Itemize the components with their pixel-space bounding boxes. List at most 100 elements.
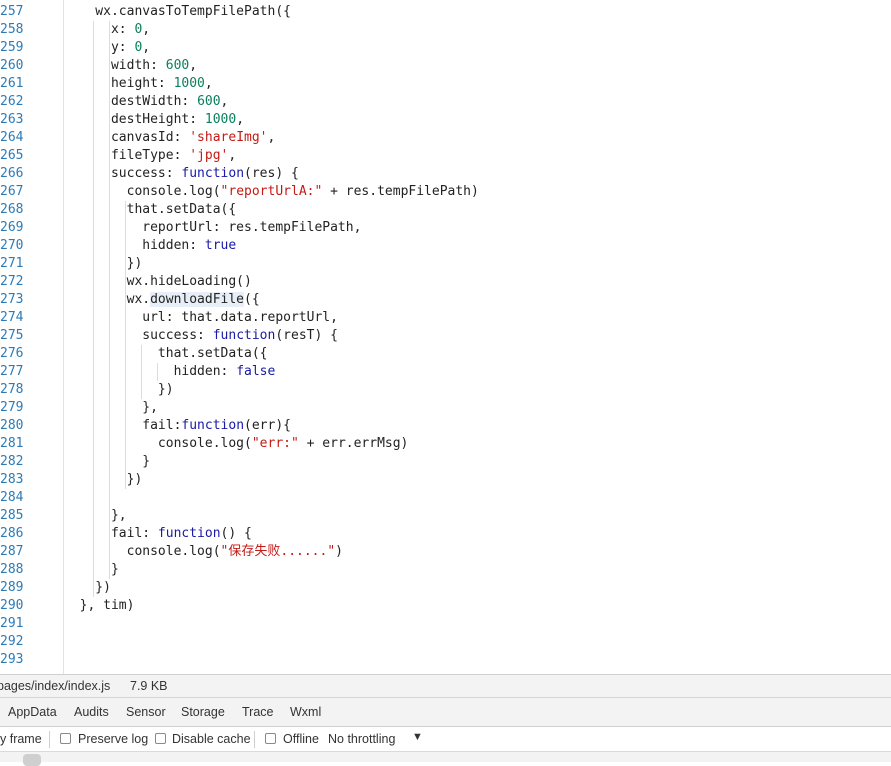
code-line: fileType: 'jpg', bbox=[64, 147, 891, 165]
line-number: 290 bbox=[0, 598, 24, 613]
code-token: wx. bbox=[64, 292, 151, 307]
line-number: 278 bbox=[0, 382, 24, 397]
code-editor[interactable]: 257 258 259 260 261 262 263 264 265 266 267 268 269 2… bbox=[0, 0, 891, 674]
code-token: "reportUrlA:" bbox=[220, 184, 323, 199]
line-number: 292 bbox=[0, 634, 24, 649]
code-line: that.setData({ bbox=[64, 201, 891, 219]
code-token: hidden: bbox=[64, 364, 237, 379]
tab-storage[interactable]: Storage bbox=[181, 705, 225, 719]
line-number: 286 bbox=[0, 526, 24, 541]
code-token: true bbox=[204, 238, 237, 253]
code-line: fail: function() { bbox=[64, 525, 891, 543]
code-token: function bbox=[157, 526, 221, 541]
line-number: 285 bbox=[0, 508, 24, 523]
code-token: , bbox=[142, 40, 151, 55]
bottom-panel-strip bbox=[0, 752, 891, 766]
line-number: 276 bbox=[0, 346, 24, 361]
code-line: wx.hideLoading() bbox=[64, 273, 891, 291]
line-number: 267 bbox=[0, 184, 24, 199]
code-token: ) bbox=[335, 544, 343, 559]
tab-sensor[interactable]: Sensor bbox=[126, 705, 166, 719]
code-token: destWidth: bbox=[64, 94, 198, 109]
code-token: 600 bbox=[197, 94, 221, 109]
line-number: 289 bbox=[0, 580, 24, 595]
line-number: 274 bbox=[0, 310, 24, 325]
code-line: hidden: false bbox=[64, 363, 891, 381]
scroll-handle[interactable] bbox=[23, 754, 41, 766]
code-line: }) bbox=[64, 255, 891, 273]
offline-checkbox[interactable] bbox=[265, 733, 276, 744]
line-number: 269 bbox=[0, 220, 24, 235]
code-line: }) bbox=[64, 381, 891, 399]
disable-cache-checkbox[interactable] bbox=[155, 733, 166, 744]
frame-option-label[interactable]: y frame bbox=[0, 732, 42, 746]
line-number: 264 bbox=[0, 130, 24, 145]
tab-wxml[interactable]: Wxml bbox=[290, 705, 321, 719]
tab-audits[interactable]: Audits bbox=[74, 705, 109, 719]
toolbar-separator bbox=[254, 731, 255, 748]
code-token: (resT) { bbox=[275, 328, 338, 343]
line-number: 293 bbox=[0, 652, 24, 667]
code-token: }, tim) bbox=[64, 598, 135, 613]
line-number: 265 bbox=[0, 148, 24, 163]
code-line: }, bbox=[64, 399, 891, 417]
line-number: 262 bbox=[0, 94, 24, 109]
code-line: console.log("保存失败......") bbox=[64, 543, 891, 561]
code-line: success: function(resT) { bbox=[64, 327, 891, 345]
code-line: console.log("err:" + err.errMsg) bbox=[64, 435, 891, 453]
code-token: fileType: bbox=[64, 148, 190, 163]
code-token: } bbox=[64, 454, 151, 469]
code-line: y: 0, bbox=[64, 39, 891, 57]
file-path[interactable]: pages/index/index.js bbox=[0, 679, 110, 693]
tab-appdata[interactable]: AppData bbox=[8, 705, 57, 719]
code-token: function bbox=[212, 328, 276, 343]
code-token: 1000 bbox=[173, 76, 205, 91]
code-token: that.setData({ bbox=[64, 202, 237, 217]
network-toolbar: y frame Preserve log Disable cache Offli… bbox=[0, 727, 891, 752]
code-token: 'shareImg' bbox=[189, 130, 268, 145]
code-line: url: that.data.reportUrl, bbox=[64, 309, 891, 327]
code-line: destWidth: 600, bbox=[64, 93, 891, 111]
code-token: , bbox=[236, 112, 245, 127]
code-token: function bbox=[181, 166, 245, 181]
code-token: + res.tempFilePath) bbox=[322, 184, 479, 199]
code-token: x: bbox=[64, 22, 135, 37]
code-line: x: 0, bbox=[64, 21, 891, 39]
code-token: console.log( bbox=[64, 184, 221, 199]
code-token: 600 bbox=[165, 58, 190, 73]
code-token: }) bbox=[64, 580, 111, 595]
code-token: , bbox=[204, 76, 213, 91]
line-number: 288 bbox=[0, 562, 24, 577]
code-line: }) bbox=[64, 471, 891, 489]
line-number: 258 bbox=[0, 22, 24, 37]
preserve-log-checkbox[interactable] bbox=[60, 733, 71, 744]
code-line: wx.downloadFile({ bbox=[64, 291, 891, 309]
code-line: height: 1000, bbox=[64, 75, 891, 93]
code-token: ({ bbox=[244, 292, 260, 307]
file-size: 7.9 KB bbox=[130, 679, 168, 693]
line-number: 283 bbox=[0, 472, 24, 487]
code-token: , bbox=[228, 148, 237, 163]
chevron-down-icon[interactable]: ▼ bbox=[412, 731, 423, 743]
code-line: success: function(res) { bbox=[64, 165, 891, 183]
offline-label[interactable]: Offline bbox=[283, 732, 319, 746]
code-token: wx.canvasToTempFilePath({ bbox=[64, 4, 291, 19]
code-token: }) bbox=[64, 256, 143, 271]
toolbar-separator bbox=[49, 731, 50, 748]
line-number: 260 bbox=[0, 58, 24, 73]
code-line: that.setData({ bbox=[64, 345, 891, 363]
code-token: }) bbox=[64, 472, 143, 487]
tab-trace[interactable]: Trace bbox=[242, 705, 274, 719]
throttling-select[interactable]: No throttling bbox=[328, 732, 395, 746]
code-line: canvasId: 'shareImg', bbox=[64, 129, 891, 147]
indent-guide bbox=[109, 21, 110, 579]
code-token: "保存失败......" bbox=[220, 544, 336, 559]
preserve-log-label[interactable]: Preserve log bbox=[78, 732, 148, 746]
line-number: 291 bbox=[0, 616, 24, 631]
line-number: 263 bbox=[0, 112, 24, 127]
disable-cache-label[interactable]: Disable cache bbox=[172, 732, 251, 746]
code-token: }, bbox=[64, 508, 127, 523]
code-area[interactable]: wx.canvasToTempFilePath({ x: 0, y: 0, wi… bbox=[64, 3, 891, 669]
